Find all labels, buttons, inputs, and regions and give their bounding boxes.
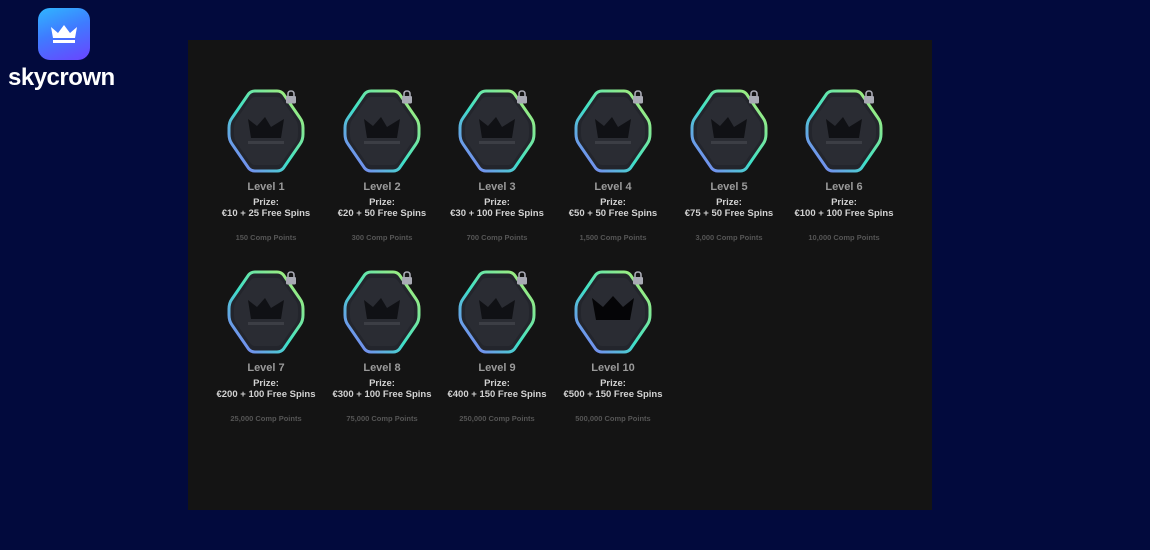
lock-icon <box>633 90 643 104</box>
level-title: Level 7 <box>247 362 285 374</box>
comp-points: 250,000 Comp Points <box>459 414 535 423</box>
level-title: Level 3 <box>478 181 516 193</box>
lock-icon <box>286 271 296 285</box>
prize-value: €10 + 25 Free Spins <box>221 208 311 219</box>
comp-points: 700 Comp Points <box>466 233 528 242</box>
level-title: Level 9 <box>478 362 516 374</box>
prize-value: €30 + 100 Free Spins <box>450 208 544 219</box>
comp-points: 150 Comp Points <box>235 233 297 242</box>
lock-icon <box>633 271 643 285</box>
prize-value: €50 + 50 Free Spins <box>568 208 658 219</box>
level-title: Level 4 <box>594 181 632 193</box>
comp-points: 10,000 Comp Points <box>808 233 880 242</box>
lock-icon <box>749 90 759 104</box>
prize-label: Prize: <box>369 197 395 208</box>
brand-name: skycrown <box>8 64 115 91</box>
lock-icon <box>402 271 412 285</box>
prize-value: €300 + 100 Free Spins <box>332 389 432 400</box>
comp-points: 3,000 Comp Points <box>695 233 763 242</box>
crown-icon <box>38 8 90 60</box>
prize-label: Prize: <box>600 197 626 208</box>
prize-value: €20 + 50 Free Spins <box>337 208 427 219</box>
prize-value: €75 + 50 Free Spins <box>684 208 774 219</box>
lock-icon <box>402 90 412 104</box>
prize-label: Prize: <box>484 378 510 389</box>
prize-label: Prize: <box>253 378 279 389</box>
prize-label: Prize: <box>369 378 395 389</box>
level-title: Level 1 <box>247 181 285 193</box>
levels-panel: Level 1 Prize: €10 + 25 Free Spins 150 C… <box>188 40 932 510</box>
comp-points: 300 Comp Points <box>351 233 413 242</box>
prize-label: Prize: <box>600 378 626 389</box>
prize-value: €400 + 150 Free Spins <box>447 389 547 400</box>
prize-label: Prize: <box>716 197 742 208</box>
level-title: Level 5 <box>710 181 748 193</box>
comp-points: 1,500 Comp Points <box>579 233 647 242</box>
prize-value: €200 + 100 Free Spins <box>216 389 316 400</box>
lock-icon <box>517 271 527 285</box>
comp-points: 500,000 Comp Points <box>575 414 651 423</box>
prize-label: Prize: <box>831 197 857 208</box>
level-title: Level 8 <box>363 362 401 374</box>
lock-icon <box>517 90 527 104</box>
level-title: Level 6 <box>825 181 863 193</box>
level-title: Level 2 <box>363 181 401 193</box>
prize-label: Prize: <box>484 197 510 208</box>
level-title: Level 10 <box>591 362 635 374</box>
prize-label: Prize: <box>253 197 279 208</box>
lock-icon <box>864 90 874 104</box>
comp-points: 25,000 Comp Points <box>230 414 302 423</box>
prize-value: €100 + 100 Free Spins <box>794 208 894 219</box>
prize-value: €500 + 150 Free Spins <box>563 389 663 400</box>
lock-icon <box>286 90 296 104</box>
comp-points: 75,000 Comp Points <box>346 414 418 423</box>
